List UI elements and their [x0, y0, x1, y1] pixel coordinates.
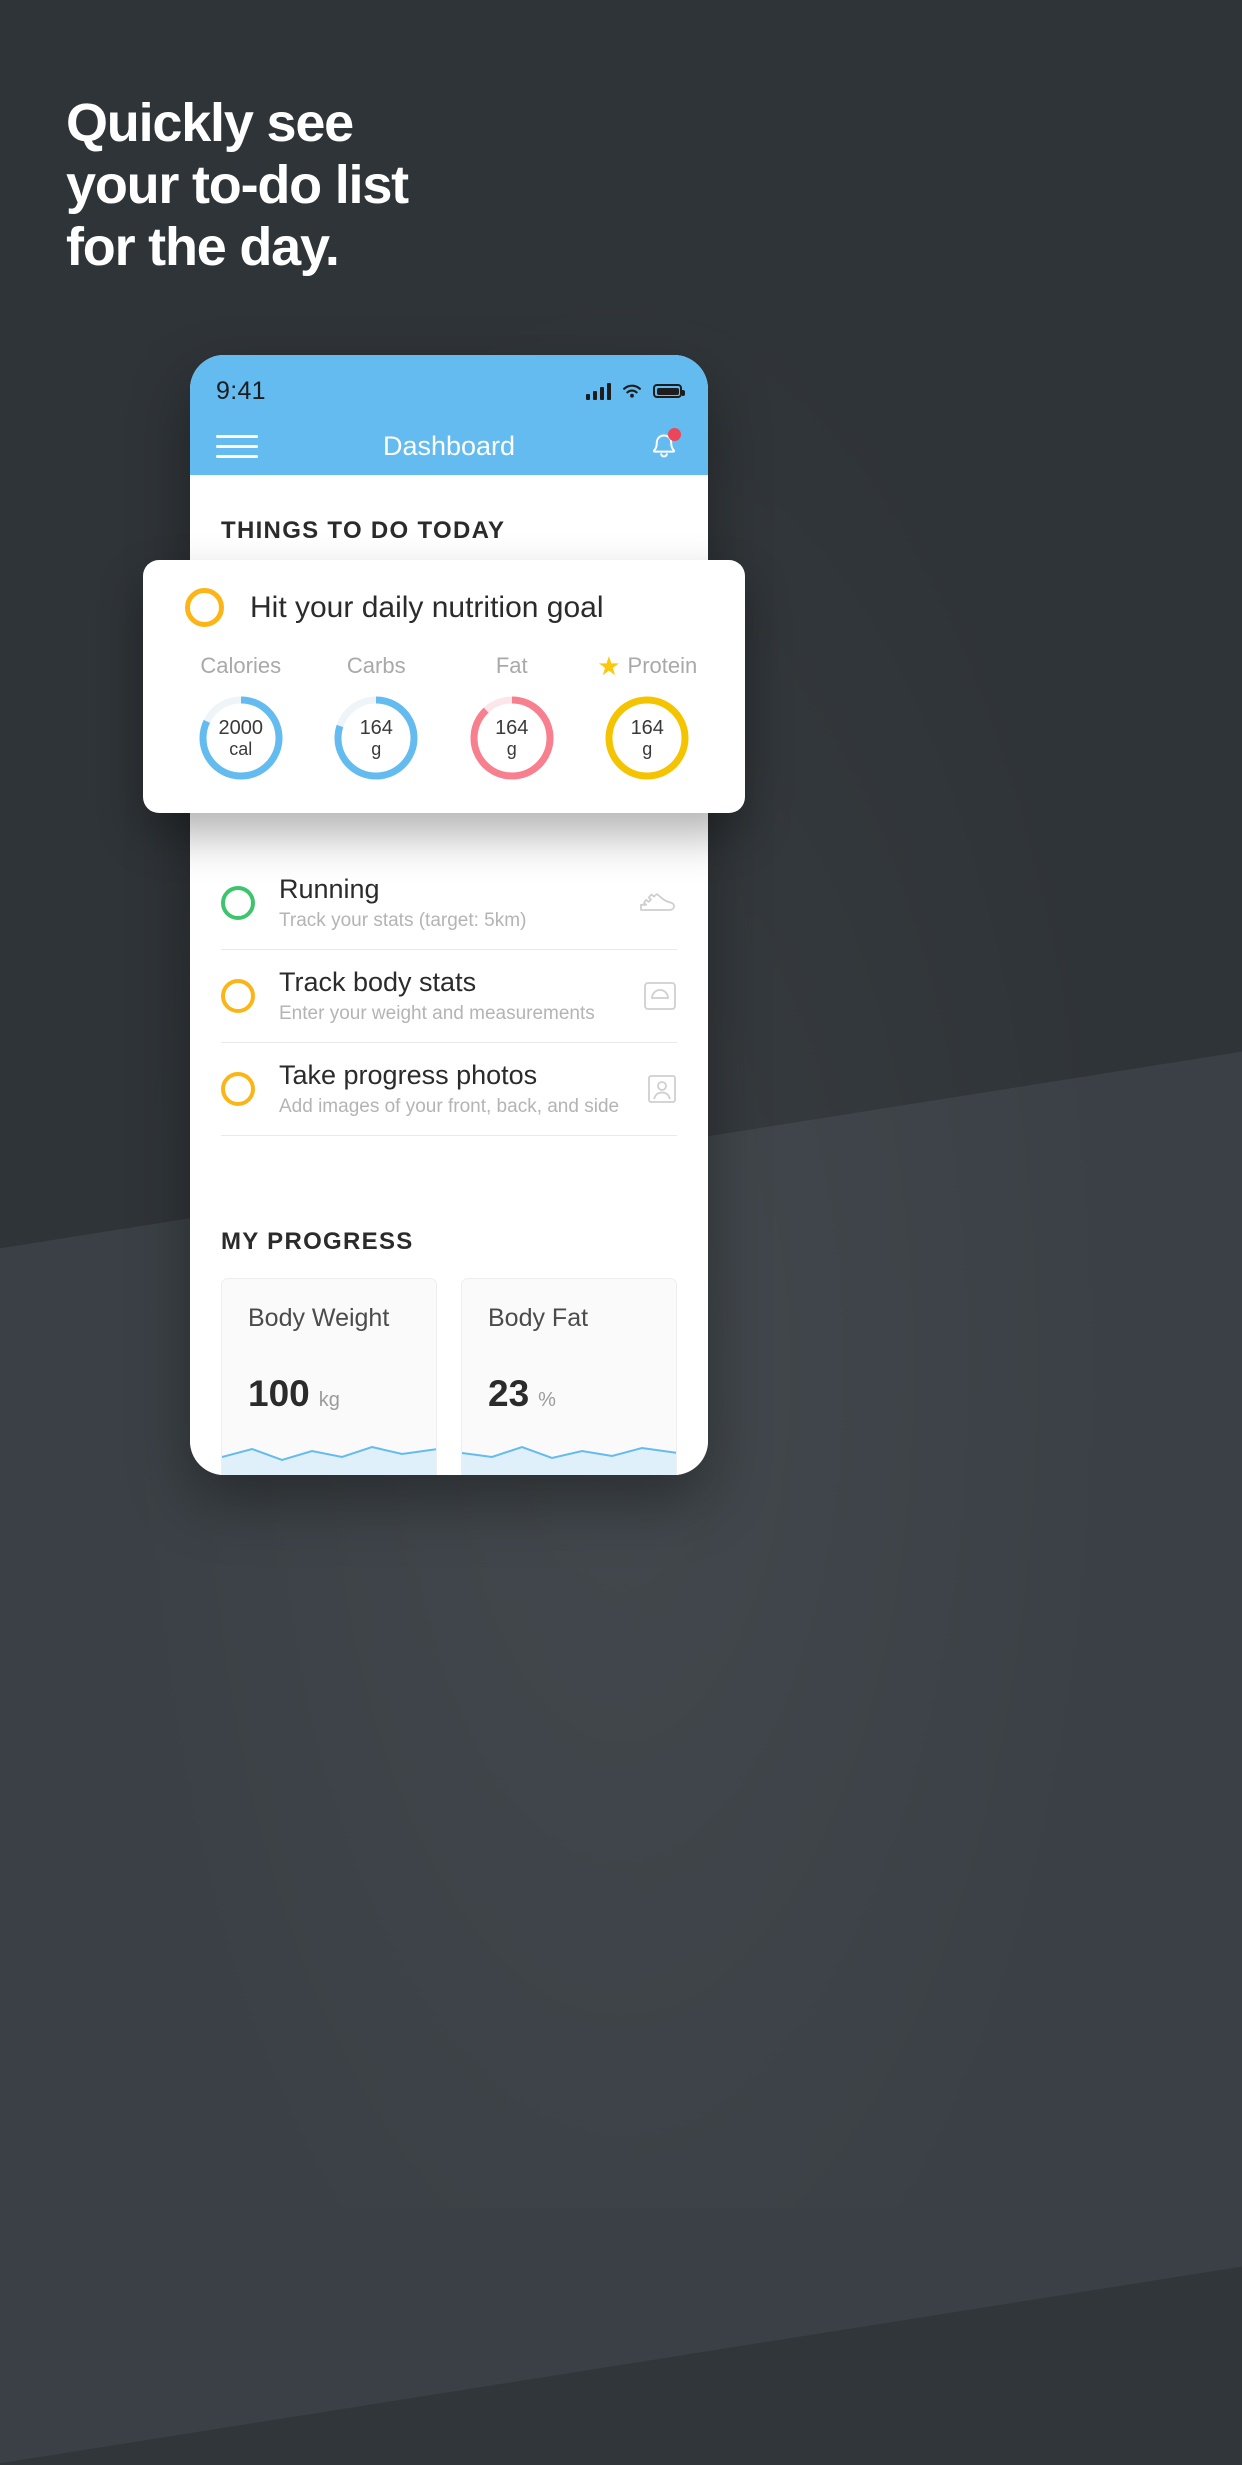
card-value: 23 — [488, 1373, 530, 1415]
star-icon: ★ — [597, 651, 621, 681]
macro-value-box: 164 g — [466, 692, 558, 784]
headline-line-2: your to-do list — [66, 155, 409, 215]
task-row-body-stats[interactable]: Track body stats Enter your weight and m… — [221, 950, 677, 1044]
status-bar-indicators — [586, 382, 685, 400]
headline-line-3: for the day. — [66, 217, 340, 277]
status-bar-time: 9:41 — [216, 376, 266, 405]
running-shoe-icon — [633, 889, 677, 917]
sparkline-chart — [462, 1446, 676, 1475]
card-label: Body Weight — [248, 1304, 390, 1333]
card-value: 100 — [248, 1373, 310, 1415]
macro-value: 164 — [495, 716, 529, 739]
battery-full-icon — [653, 384, 685, 398]
photo-person-icon — [633, 1073, 677, 1105]
nutrition-card-header: Hit your daily nutrition goal — [143, 588, 745, 627]
status-bar: 9:41 — [190, 355, 708, 417]
macro-label-row: ★ Protein — [597, 653, 697, 679]
macro-label-row: Calories — [200, 653, 281, 679]
notification-badge — [668, 428, 681, 441]
macro-value-box: 2000 cal — [195, 692, 287, 784]
task-subtitle: Track your stats (target: 5km) — [279, 910, 527, 932]
bell-icon[interactable] — [646, 428, 682, 464]
task-row-progress-photos[interactable]: Take progress photos Add images of your … — [221, 1043, 677, 1137]
macro-progress-ring: 164 g — [330, 692, 422, 784]
card-label: Body Fat — [488, 1304, 589, 1333]
card-unit: % — [538, 1389, 556, 1412]
macro-value: 2000 — [218, 716, 264, 739]
task-status-circle[interactable] — [221, 979, 255, 1014]
macro-label: Fat — [495, 653, 528, 678]
macro-value-box: 164 g — [601, 692, 693, 784]
task-title: Running — [279, 874, 380, 904]
sparkline-chart — [222, 1446, 436, 1475]
wifi-icon — [623, 384, 641, 398]
macro-calories[interactable]: Calories 2000 cal — [173, 653, 309, 784]
progress-card-body-fat[interactable]: Body Fat 23 % — [461, 1278, 677, 1475]
macro-value: 164 — [359, 716, 393, 739]
macro-label-row: Carbs — [347, 653, 406, 679]
macro-unit: cal — [229, 739, 253, 760]
macro-protein[interactable]: ★ Protein 164 g — [580, 653, 716, 784]
task-status-circle[interactable] — [221, 1072, 255, 1107]
weight-scale-icon — [633, 980, 677, 1012]
macro-progress-ring: 2000 cal — [195, 692, 287, 784]
macro-fat[interactable]: Fat 164 g — [444, 653, 580, 784]
macro-label-row: Fat — [496, 653, 528, 679]
nutrition-goal-card[interactable]: Hit your daily nutrition goal Calories 2… — [143, 560, 745, 813]
macro-unit: g — [506, 739, 517, 760]
task-title: Take progress photos — [279, 1060, 538, 1091]
todo-list: Running Track your stats (target: 5km) T… — [190, 857, 708, 1137]
task-status-circle[interactable] — [221, 886, 255, 921]
progress-section-title: MY PROGRESS — [221, 1228, 414, 1256]
task-title: Track body stats — [279, 967, 477, 998]
hamburger-menu-icon[interactable] — [216, 434, 258, 458]
macro-progress-ring: 164 g — [466, 692, 558, 784]
headline-line-1: Quickly see — [66, 93, 354, 153]
progress-cards: Body Weight 100 kg Body Fat 23 % — [190, 1256, 708, 1475]
task-subtitle: Add images of your front, back, and side — [279, 1096, 620, 1118]
macro-unit: g — [642, 739, 653, 760]
macro-label: Protein — [627, 653, 698, 678]
task-row-running[interactable]: Running Track your stats (target: 5km) — [221, 857, 677, 951]
task-subtitle: Enter your weight and measurements — [279, 1003, 595, 1025]
macro-progress-ring: 164 g — [601, 692, 693, 784]
app-navbar: Dashboard — [190, 417, 708, 475]
macro-value: 164 — [630, 716, 664, 739]
macro-label: Carbs — [346, 653, 406, 678]
phone-mockup: 9:41 Dashboard THINGS TO DO TODAY Runnin… — [190, 355, 708, 1475]
nutrition-card-title: Hit your daily nutrition goal — [250, 590, 604, 624]
macro-unit: g — [371, 739, 382, 760]
macro-label: Calories — [200, 653, 282, 678]
cellular-signal-icon — [586, 382, 611, 400]
macro-ring-group: Calories 2000 cal Carbs 164 g Fat 164 g … — [143, 653, 745, 784]
progress-card-body-weight[interactable]: Body Weight 100 kg — [221, 1278, 437, 1475]
macro-carbs[interactable]: Carbs 164 g — [309, 653, 445, 784]
card-unit: kg — [318, 1389, 340, 1412]
macro-value-box: 164 g — [330, 692, 422, 784]
task-status-circle[interactable] — [185, 588, 224, 627]
todo-section-title: THINGS TO DO TODAY — [221, 517, 506, 544]
page-title: Dashboard — [382, 430, 516, 461]
promo-headline: Quickly see your to-do list for the day. — [66, 93, 409, 282]
